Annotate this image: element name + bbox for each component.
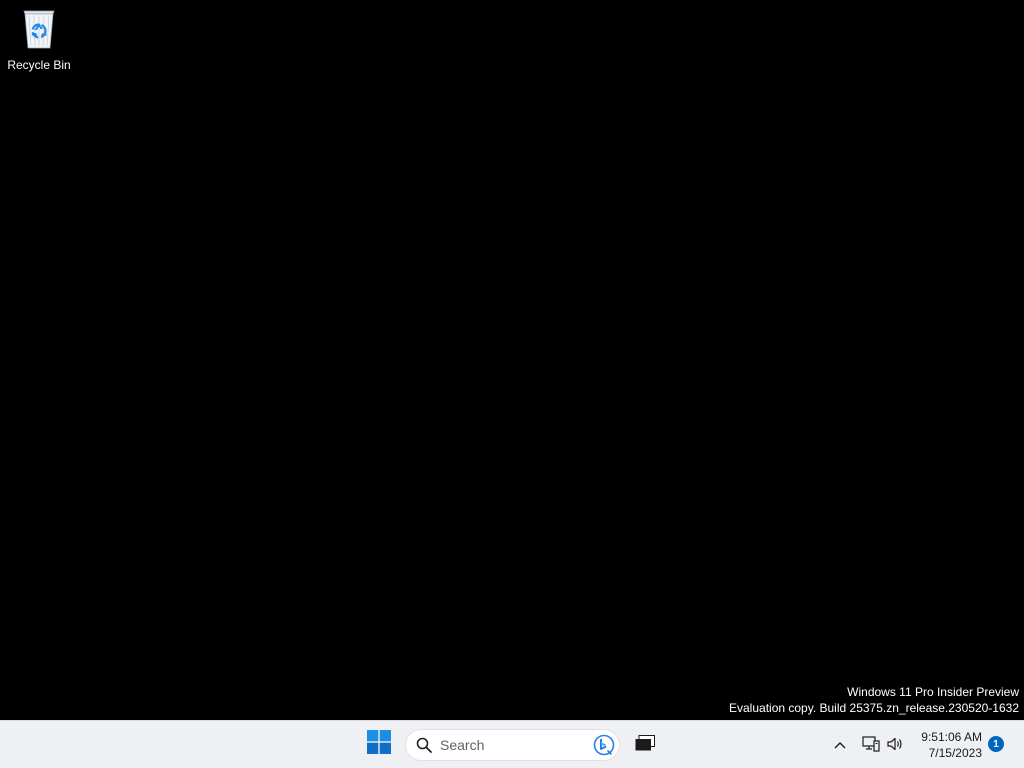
network-icon[interactable] xyxy=(862,735,880,753)
watermark-line-build: Evaluation copy. Build 25375.zn_release.… xyxy=(729,701,1019,715)
taskbar: Search 9:51:06 AM 7/15/2023 1 xyxy=(0,720,1024,768)
start-button[interactable] xyxy=(362,725,396,763)
recycle-bin-icon xyxy=(19,4,59,52)
task-view-button[interactable] xyxy=(628,727,662,763)
chevron-up-icon xyxy=(834,736,846,754)
watermark-line-edition: Windows 11 Pro Insider Preview xyxy=(847,685,1019,699)
recycle-bin-label: Recycle Bin xyxy=(7,58,71,72)
desktop: Recycle Bin Windows 11 Pro Insider Previ… xyxy=(0,0,1024,720)
recycle-bin-shortcut[interactable]: Recycle Bin xyxy=(4,4,74,76)
clock-time: 9:51:06 AM xyxy=(921,730,982,744)
evaluation-watermark: Windows 11 Pro Insider Preview Evaluatio… xyxy=(729,684,1019,716)
bing-chat-icon[interactable] xyxy=(593,734,615,756)
notification-badge[interactable]: 1 xyxy=(988,736,1004,752)
volume-icon[interactable] xyxy=(886,735,904,753)
clock-date: 7/15/2023 xyxy=(928,746,982,760)
taskbar-clock[interactable]: 9:51:06 AM 7/15/2023 xyxy=(912,729,982,761)
task-view-icon xyxy=(635,734,655,756)
search-icon xyxy=(416,737,432,753)
show-hidden-icons-button[interactable] xyxy=(828,731,852,759)
search-placeholder: Search xyxy=(440,737,485,753)
windows-logo-icon xyxy=(367,729,391,759)
taskbar-search-box[interactable]: Search xyxy=(405,729,620,761)
